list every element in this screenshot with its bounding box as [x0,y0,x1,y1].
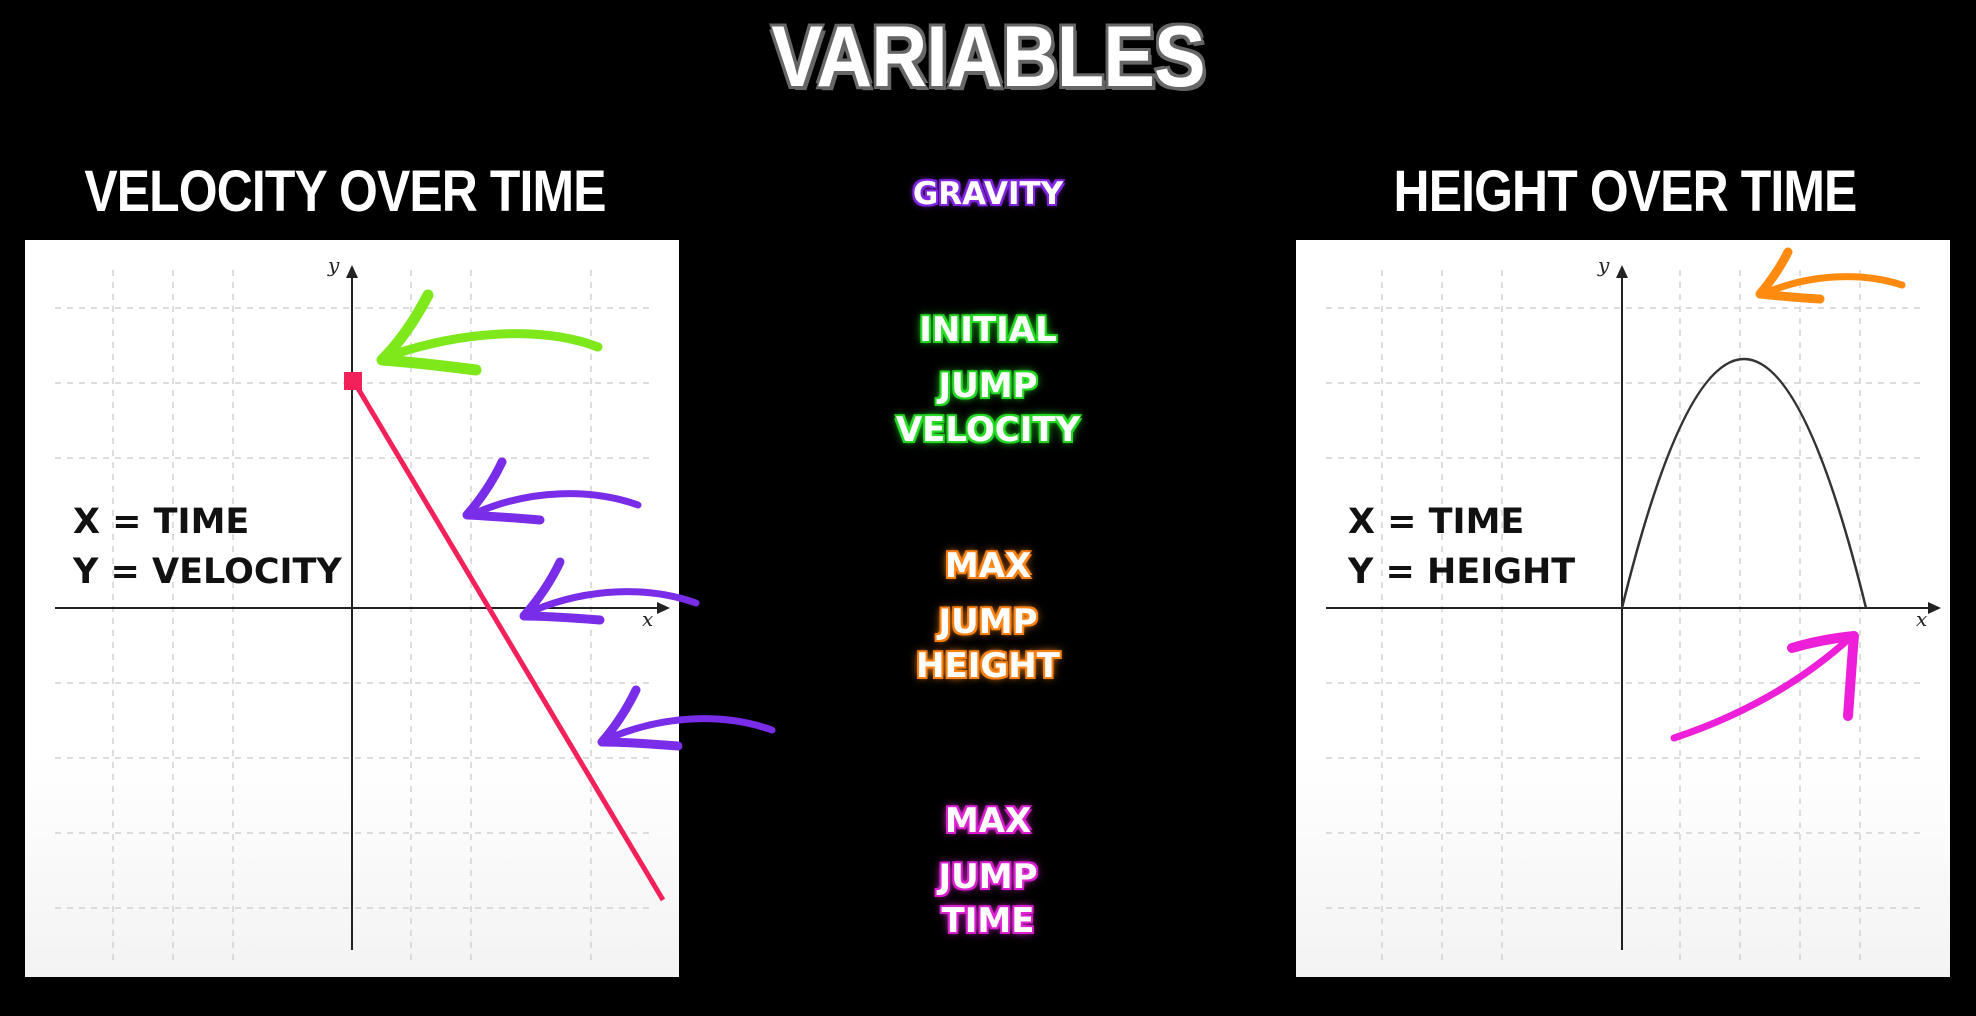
orange-arrow-icon [1755,247,1906,304]
annotation-arrows [376,247,1906,751]
green-arrow-icon [376,289,603,376]
purple-arrow-icon [597,685,776,751]
magenta-arrow-icon [1670,631,1859,742]
purple-arrow-icon [462,457,642,525]
purple-arrow-icon [519,557,700,625]
